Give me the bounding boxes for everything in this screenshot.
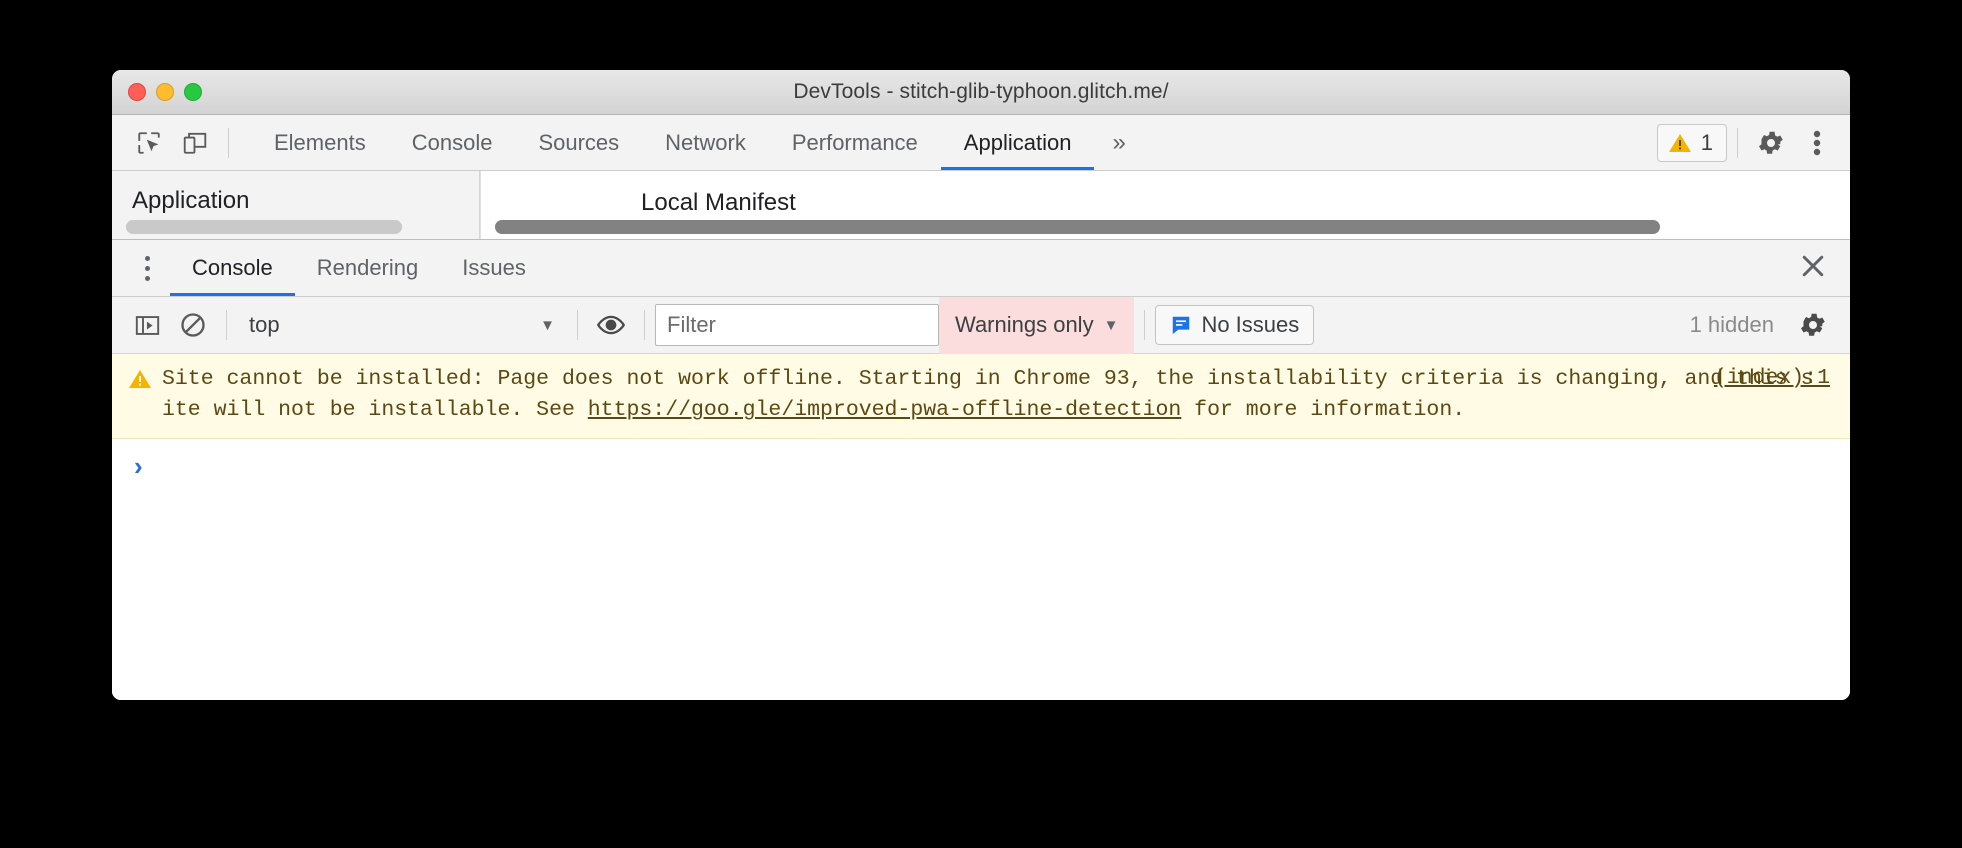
tab-performance[interactable]: Performance [769,115,941,170]
filter-input[interactable] [655,304,939,346]
hidden-messages-count: 1 hidden [1689,312,1774,337]
drawer-tab-label: Issues [462,255,526,280]
tab-label: Performance [791,129,918,155]
traffic-lights [128,83,202,101]
console-toolbar: top ▼ Warnings only ▼ [112,296,1850,354]
drawer-tab-rendering[interactable]: Rendering [295,240,441,296]
tab-label: Application [963,129,1072,155]
console-toolbar-divider-2 [577,310,578,340]
tab-label: Network [665,129,746,155]
tab-label: Console [411,129,493,155]
inspect-element-icon[interactable] [126,120,172,166]
window-titlebar: DevTools - stitch-glib-typhoon.glitch.me… [112,70,1850,115]
console-settings-gear-icon[interactable] [1790,302,1836,348]
console-toolbar-divider [226,310,227,340]
tab-sources[interactable]: Sources [515,115,642,170]
console-message-text: Site cannot be installed: Page does not … [162,364,1838,426]
execution-context-select[interactable]: top ▼ [237,305,567,345]
gear-icon[interactable] [1748,120,1794,166]
tab-elements[interactable]: Elements [251,115,389,170]
drawer-kebab-menu-icon[interactable] [124,255,170,281]
application-panel-peek: Application Local Manifest [112,171,1850,239]
console-message-warning[interactable]: Site cannot be installed: Page does not … [112,354,1850,439]
warning-triangle-icon [128,368,152,395]
close-icon[interactable] [1798,251,1828,286]
toolbar-divider-2 [1737,127,1738,158]
minimize-window-button[interactable] [156,83,174,101]
devtools-window: DevTools - stitch-glib-typhoon.glitch.me… [112,70,1850,700]
log-level-value: Warnings only [955,312,1094,337]
screen: DevTools - stitch-glib-typhoon.glitch.me… [0,0,1962,848]
prompt-chevron-icon: › [134,451,143,481]
application-main-title: Local Manifest [641,189,796,216]
panel-tabs: Elements Console Sources Network Perform… [251,115,1144,170]
devtools-drawer: Console Rendering Issues top ▼ Filter Wa… [112,239,1850,700]
drawer-tab-bar: Console Rendering Issues [112,240,1850,297]
execution-context-value: top [249,312,280,337]
console-toolbar-divider-3 [644,310,645,340]
devtools-main-toolbar: Elements Console Sources Network Perform… [112,115,1850,171]
clear-console-icon[interactable] [170,302,216,348]
warning-count: 1 [1700,129,1713,155]
application-sidebar-title: Application [132,187,250,214]
tab-label: Sources [538,129,620,155]
sidebar-horizontal-scrollbar[interactable] [126,220,402,234]
live-expression-icon[interactable] [588,302,634,348]
tab-application[interactable]: Application [940,115,1095,170]
tab-console[interactable]: Console [389,115,516,170]
chevron-down-icon: ▼ [540,316,555,334]
console-prompt-row[interactable]: › [112,439,1850,479]
drawer-tab-issues[interactable]: Issues [440,240,548,296]
issues-button[interactable]: No Issues [1155,305,1315,345]
application-sidebar[interactable]: Application [112,171,480,239]
application-main-peek: Local Manifest [480,171,1850,239]
chevron-down-icon: ▼ [1103,316,1119,334]
warning-triangle-icon [1668,133,1691,152]
drawer-tab-label: Console [192,255,273,280]
main-horizontal-scrollbar[interactable] [495,220,1660,234]
console-sidebar-icon[interactable] [124,302,170,348]
kebab-menu-icon[interactable] [1794,120,1840,166]
message-part-2: for more information. [1181,398,1466,422]
warning-count-badge[interactable]: 1 [1656,123,1727,162]
console-toolbar-divider-4 [1144,310,1146,340]
close-window-button[interactable] [128,83,146,101]
log-level-select[interactable]: Warnings only ▼ [939,296,1135,354]
window-title: DevTools - stitch-glib-typhoon.glitch.me… [793,80,1169,103]
tab-label: Elements [274,129,366,155]
tab-network[interactable]: Network [642,115,769,170]
issues-label: No Issues [1201,312,1300,337]
drawer-tab-console[interactable]: Console [170,240,295,296]
device-toolbar-icon[interactable] [172,120,218,166]
message-link[interactable]: https://goo.gle/improved-pwa-offline-det… [588,398,1182,422]
drawer-tab-label: Rendering [316,255,419,280]
maximize-window-button[interactable] [184,83,202,101]
console-message-list[interactable]: Site cannot be installed: Page does not … [112,354,1850,700]
message-source-link[interactable]: (index):1 [1714,366,1830,390]
more-tabs-icon[interactable]: » [1094,129,1143,157]
issues-bubble-icon [1173,316,1190,335]
toolbar-divider [228,127,229,158]
